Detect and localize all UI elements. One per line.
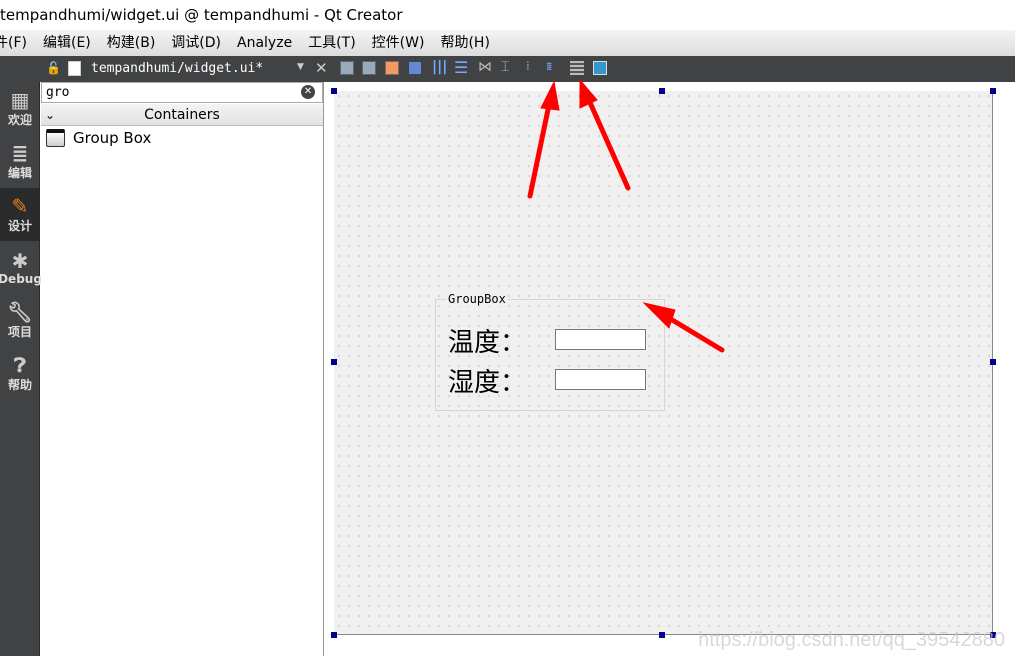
resize-handle[interactable] bbox=[331, 359, 337, 365]
edit-buddies-icon[interactable] bbox=[385, 61, 399, 75]
resize-handle[interactable] bbox=[659, 632, 665, 638]
category-containers[interactable]: ⌄ Containers bbox=[41, 104, 323, 126]
mode-design[interactable]: ✎ 设计 bbox=[0, 188, 40, 241]
mode-welcome[interactable]: ▦ 欢迎 bbox=[0, 82, 40, 135]
group-box-icon bbox=[46, 129, 65, 147]
layout-vertical-icon[interactable]: ☰ bbox=[454, 58, 468, 77]
file-tab[interactable]: tempandhumi/widget.ui* bbox=[91, 61, 263, 76]
group-box-title: GroupBox bbox=[446, 292, 508, 306]
widget-item-group-box[interactable]: Group Box bbox=[46, 129, 151, 147]
close-icon[interactable]: ✕ bbox=[315, 59, 328, 77]
menu-widgets[interactable]: 控件(W) bbox=[372, 30, 425, 56]
chevron-down-icon: ⌄ bbox=[45, 108, 56, 122]
humidity-label: 湿度： bbox=[448, 368, 527, 398]
menu-tools[interactable]: 工具(T) bbox=[308, 30, 355, 56]
layout-form-icon[interactable]: ⁞ bbox=[526, 59, 530, 73]
form-widget[interactable]: GroupBox 温度： 湿度： bbox=[334, 91, 993, 635]
resize-handle[interactable] bbox=[331, 88, 337, 94]
mode-selector: ▦ 欢迎 ≣ 编辑 ✎ 设计 ✱ Debug 🔧︎ 项目 ❓︎ 帮助 bbox=[0, 82, 42, 656]
break-layout-icon[interactable] bbox=[570, 61, 584, 75]
adjust-size-icon[interactable] bbox=[593, 61, 607, 75]
file-edit-icon bbox=[68, 61, 81, 76]
widget-search-input[interactable] bbox=[41, 82, 323, 103]
resize-handle[interactable] bbox=[659, 88, 665, 94]
file-dropdown-icon[interactable]: ▼ bbox=[297, 62, 304, 72]
edit-icon: ≣ bbox=[11, 141, 29, 165]
wrench-icon: 🔧︎ bbox=[7, 300, 33, 324]
resize-handle[interactable] bbox=[331, 632, 337, 638]
menu-file[interactable]: 件(F) bbox=[0, 30, 27, 56]
editor-toolbar: 🔓 tempandhumi/widget.ui* ▼ ✕ ||| ☰ ⋈ ⌶ ⁞… bbox=[0, 56, 1015, 82]
menu-help[interactable]: 帮助(H) bbox=[440, 30, 489, 56]
menu-build[interactable]: 构建(B) bbox=[107, 30, 156, 56]
window-title: tempandhumi/widget.ui @ tempandhumi - Qt… bbox=[0, 0, 1015, 30]
menu-analyze[interactable]: Analyze bbox=[237, 30, 292, 56]
bug-icon: ✱ bbox=[11, 248, 29, 273]
layout-grid-icon[interactable]: ⁞⁞⁞ bbox=[546, 60, 552, 73]
splitter-vertical-icon[interactable]: ⌶ bbox=[501, 59, 509, 75]
resize-handle[interactable] bbox=[990, 359, 996, 365]
lock-icon: 🔓 bbox=[46, 61, 61, 75]
help-icon: ❓︎ bbox=[13, 353, 27, 377]
form-editor-canvas: GroupBox 温度： 湿度： bbox=[324, 82, 1015, 656]
menu-debug[interactable]: 调试(D) bbox=[171, 30, 221, 56]
menu-edit[interactable]: 编辑(E) bbox=[43, 30, 91, 56]
temperature-label: 温度： bbox=[448, 328, 527, 358]
pencil-icon: ✎ bbox=[11, 194, 29, 218]
temperature-input[interactable] bbox=[555, 329, 646, 350]
edit-widgets-icon[interactable] bbox=[340, 61, 354, 75]
humidity-input[interactable] bbox=[555, 369, 646, 390]
mode-debug[interactable]: ✱ Debug bbox=[0, 241, 42, 294]
layout-horizontal-icon[interactable]: ||| bbox=[432, 59, 447, 75]
widget-box: ✕ ⌄Containers Group Box bbox=[41, 82, 324, 656]
watermark: https://blog.csdn.net/qq_39542880 bbox=[698, 629, 1005, 651]
group-box[interactable]: GroupBox 温度： 湿度： bbox=[435, 292, 665, 411]
mode-projects[interactable]: 🔧︎ 项目 bbox=[0, 294, 40, 347]
resize-handle[interactable] bbox=[990, 88, 996, 94]
mode-help[interactable]: ❓︎ 帮助 bbox=[0, 347, 40, 400]
clear-search-icon[interactable]: ✕ bbox=[301, 85, 315, 99]
mode-edit[interactable]: ≣ 编辑 bbox=[0, 135, 40, 188]
menu-bar: 件(F) 编辑(E) 构建(B) 调试(D) Analyze 工具(T) 控件(… bbox=[0, 30, 1015, 56]
edit-tab-order-icon[interactable] bbox=[408, 61, 422, 75]
edit-signals-icon[interactable] bbox=[362, 61, 376, 75]
grid-icon: ▦ bbox=[10, 88, 30, 112]
splitter-horizontal-icon[interactable]: ⋈ bbox=[478, 59, 492, 75]
